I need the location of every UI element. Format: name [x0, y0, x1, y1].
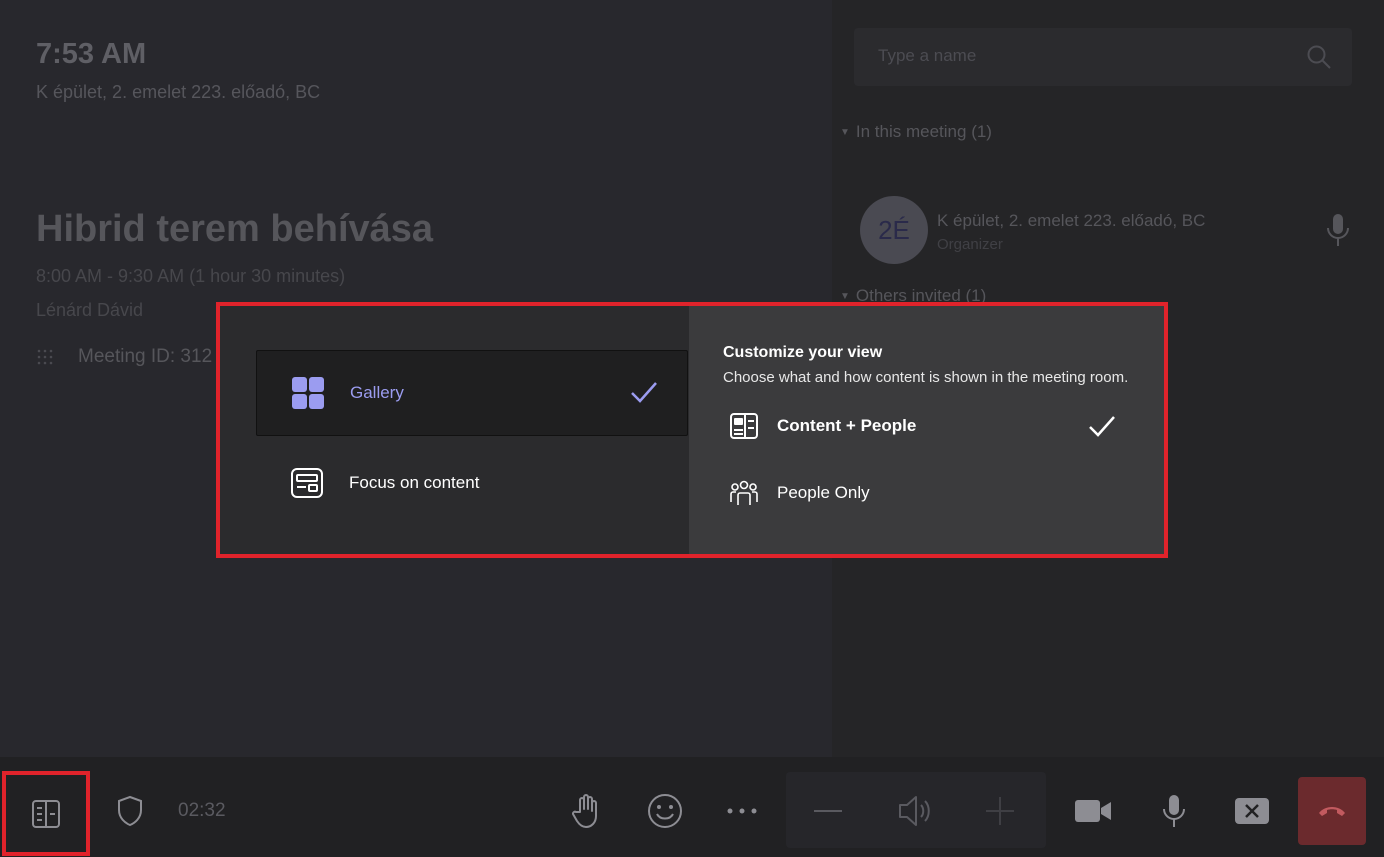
share-tray-button[interactable] — [1228, 785, 1276, 837]
content-option-content-people[interactable]: Content + People — [729, 404, 1149, 448]
layout-option-focus-content[interactable]: Focus on content — [256, 440, 688, 526]
checkmark-icon — [1089, 416, 1115, 437]
participant-role: Organizer — [937, 236, 1003, 253]
content-option-label: People Only — [777, 483, 870, 502]
volume-up-button[interactable] — [978, 785, 1022, 837]
meeting-title: Hibrid terem behívása — [36, 208, 434, 250]
caret-down-icon: ▼ — [840, 126, 850, 138]
microphone-button[interactable] — [1154, 785, 1194, 837]
reactions-button[interactable] — [642, 785, 688, 837]
hang-up-button[interactable] — [1298, 777, 1366, 845]
participant-mic-icon — [1327, 214, 1349, 246]
in-meeting-label: In this meeting (1) — [855, 122, 992, 141]
meeting-id-row: Meeting ID: 312 — [36, 343, 212, 371]
more-options-button[interactable] — [720, 785, 764, 837]
checkmark-icon — [631, 382, 657, 403]
call-timer: 02:32 — [178, 800, 226, 821]
camera-icon — [1075, 800, 1111, 822]
layout-option-gallery[interactable]: Gallery — [256, 350, 688, 436]
volume-down-icon — [814, 810, 842, 812]
room-location: K épület, 2. emelet 223. előadó, BC — [36, 82, 321, 102]
share-tray-icon — [1235, 798, 1269, 824]
avatar: 2É — [860, 196, 928, 264]
search-input[interactable] — [878, 46, 1278, 66]
volume-up-icon — [986, 797, 1014, 825]
customize-subtitle: Choose what and how content is shown in … — [723, 369, 1129, 386]
content-people-icon — [730, 413, 758, 439]
speaker-button[interactable] — [892, 785, 938, 837]
meeting-time-range: 8:00 AM - 9:30 AM (1 hour 30 minutes) — [36, 266, 346, 286]
current-time: 7:53 AM — [36, 38, 147, 70]
search-box[interactable] — [854, 28, 1352, 86]
organizer-name: Lénárd Dávid — [36, 300, 144, 320]
emoji-icon — [648, 794, 682, 828]
layout-option-label: Gallery — [350, 383, 404, 402]
caret-down-icon: ▼ — [840, 290, 850, 302]
hang-up-icon — [1319, 807, 1345, 816]
raise-hand-button[interactable] — [566, 785, 608, 837]
layout-options-panel: Gallery Focus on content — [220, 306, 689, 554]
in-meeting-section[interactable]: ▼ In this meeting (1) — [840, 122, 992, 142]
content-option-people-only[interactable]: People Only — [729, 471, 1149, 515]
participant-name: K épület, 2. emelet 223. előadó, BC — [937, 211, 1206, 230]
layout-view-button[interactable] — [2, 771, 90, 856]
speaker-icon — [899, 796, 930, 826]
layout-option-label: Focus on content — [349, 473, 480, 492]
people-only-icon — [730, 480, 758, 505]
focus-content-icon — [291, 468, 323, 498]
content-option-label: Content + People — [777, 416, 917, 435]
dialpad-icon — [37, 349, 53, 365]
gallery-icon — [292, 377, 324, 409]
volume-down-button[interactable] — [806, 785, 850, 837]
customize-view-panel: Customize your view Choose what and how … — [689, 306, 1164, 554]
shield-icon — [118, 795, 142, 827]
microphone-icon — [1163, 795, 1185, 827]
raise-hand-icon — [572, 794, 597, 828]
meeting-id: Meeting ID: 312 — [78, 346, 213, 367]
search-icon[interactable] — [1306, 44, 1332, 70]
security-button[interactable] — [108, 785, 152, 837]
view-options-popup: Gallery Focus on content Customize your … — [216, 302, 1168, 558]
layout-view-icon — [32, 799, 60, 828]
more-icon — [727, 808, 757, 814]
customize-title: Customize your view — [723, 344, 883, 361]
camera-button[interactable] — [1070, 785, 1116, 837]
